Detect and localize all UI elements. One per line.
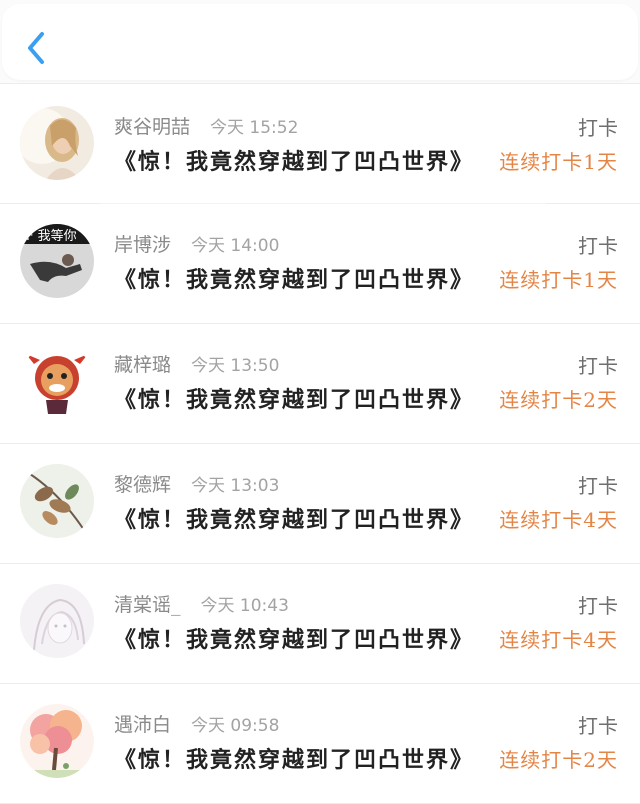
avatar-leaves-icon bbox=[20, 464, 94, 538]
post-time: 今天 15:52 bbox=[210, 118, 299, 138]
checkin-tag: 打卡 bbox=[578, 354, 618, 378]
streak-label: 连续打卡1天 bbox=[499, 150, 618, 174]
nav-header bbox=[2, 4, 638, 80]
author-meta: 藏梓璐 今天 13:50 bbox=[114, 350, 279, 376]
list-item[interactable]: 藏梓璐 今天 13:50 《惊！我竟然穿越到了凹凸世界》 打卡 连续打卡2天 bbox=[0, 324, 640, 444]
list-item[interactable]: 清棠谣_ 今天 10:43 《惊！我竟然穿越到了凹凸世界》 打卡 连续打卡4天 bbox=[0, 564, 640, 684]
checkin-list: 爽谷明喆 今天 15:52 《惊！我竟然穿越到了凹凸世界》 打卡 连续打卡1天 … bbox=[0, 86, 640, 804]
avatar[interactable] bbox=[20, 344, 94, 418]
avatar[interactable]: F 我等你 bbox=[20, 224, 94, 298]
post-time: 今天 10:43 bbox=[200, 596, 289, 616]
avatar[interactable] bbox=[20, 704, 94, 778]
book-title[interactable]: 《惊！我竟然穿越到了凹凸世界》 bbox=[114, 742, 474, 774]
post-time: 今天 13:50 bbox=[191, 356, 280, 376]
author-meta: 清棠谣_ 今天 10:43 bbox=[114, 590, 289, 616]
author-meta: 黎德辉 今天 13:03 bbox=[114, 470, 279, 496]
author-name[interactable]: 遇沛白 bbox=[114, 710, 171, 737]
post-time: 今天 14:00 bbox=[191, 236, 280, 256]
author-name[interactable]: 岸博涉 bbox=[114, 230, 171, 257]
top-bar bbox=[0, 0, 640, 84]
book-title[interactable]: 《惊！我竟然穿越到了凹凸世界》 bbox=[114, 502, 474, 534]
book-title[interactable]: 《惊！我竟然穿越到了凹凸世界》 bbox=[114, 622, 474, 654]
avatar-caption: F 我等你 bbox=[26, 229, 77, 244]
author-name[interactable]: 爽谷明喆 bbox=[114, 112, 190, 139]
streak-label: 连续打卡4天 bbox=[499, 508, 618, 532]
list-item[interactable]: 黎德辉 今天 13:03 《惊！我竟然穿越到了凹凸世界》 打卡 连续打卡4天 bbox=[0, 444, 640, 564]
list-item[interactable]: 爽谷明喆 今天 15:52 《惊！我竟然穿越到了凹凸世界》 打卡 连续打卡1天 bbox=[0, 86, 640, 204]
author-name[interactable]: 黎德辉 bbox=[114, 470, 171, 497]
checkin-tag: 打卡 bbox=[578, 474, 618, 498]
streak-label: 连续打卡2天 bbox=[499, 748, 618, 772]
checkin-tag: 打卡 bbox=[578, 116, 618, 140]
streak-label: 连续打卡1天 bbox=[499, 268, 618, 292]
book-title[interactable]: 《惊！我竟然穿越到了凹凸世界》 bbox=[114, 144, 474, 176]
avatar[interactable] bbox=[20, 106, 94, 180]
avatar-blossom-tree-icon bbox=[20, 704, 94, 778]
streak-label: 连续打卡4天 bbox=[499, 628, 618, 652]
book-title[interactable]: 《惊！我竟然穿越到了凹凸世界》 bbox=[114, 262, 474, 294]
list-item[interactable]: 遇沛白 今天 09:58 《惊！我竟然穿越到了凹凸世界》 打卡 连续打卡2天 bbox=[0, 684, 640, 804]
back-button[interactable] bbox=[20, 28, 56, 68]
post-time: 今天 13:03 bbox=[191, 476, 280, 496]
author-meta: 爽谷明喆 今天 15:52 bbox=[114, 112, 298, 138]
post-time: 今天 09:58 bbox=[191, 716, 280, 736]
avatar-cartoon-bull-icon bbox=[20, 344, 94, 418]
avatar-blonde-woman-icon bbox=[20, 106, 94, 180]
author-name[interactable]: 清棠谣_ bbox=[114, 590, 181, 617]
author-meta: 岸博涉 今天 14:00 bbox=[114, 230, 279, 256]
checkin-tag: 打卡 bbox=[578, 594, 618, 618]
streak-label: 连续打卡2天 bbox=[499, 388, 618, 412]
author-meta: 遇沛白 今天 09:58 bbox=[114, 710, 279, 736]
list-item[interactable]: F 我等你 岸博涉 今天 14:00 《惊！我竟然穿越到了凹凸世界》 打卡 连续… bbox=[0, 204, 640, 324]
checkin-tag: 打卡 bbox=[578, 234, 618, 258]
checkin-tag: 打卡 bbox=[578, 714, 618, 738]
book-title[interactable]: 《惊！我竟然穿越到了凹凸世界》 bbox=[114, 382, 474, 414]
avatar-sketch-girl-icon bbox=[20, 584, 94, 658]
avatar[interactable] bbox=[20, 464, 94, 538]
avatar[interactable] bbox=[20, 584, 94, 658]
author-name[interactable]: 藏梓璐 bbox=[114, 350, 171, 377]
chevron-left-icon bbox=[28, 32, 44, 64]
